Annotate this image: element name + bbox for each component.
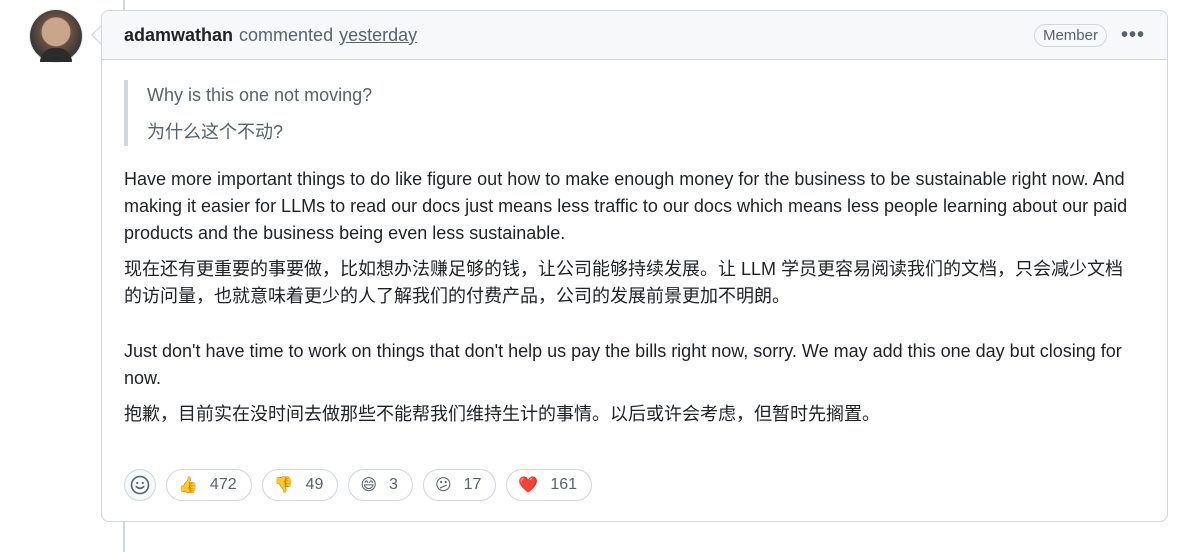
reaction-thumbs-up[interactable]: 👍 472 <box>166 469 252 501</box>
laugh-icon: 😄 <box>360 477 378 494</box>
comment-body: Why is this one not moving? 为什么这个不动? Hav… <box>102 80 1167 428</box>
confused-icon: 😕 <box>434 477 452 494</box>
thumbs-down-icon: 👎 <box>273 477 294 494</box>
comment-action: commented <box>239 24 334 45</box>
member-badge: Member <box>1033 23 1107 47</box>
reaction-heart[interactable]: ❤️ 161 <box>506 469 593 501</box>
comment-timestamp[interactable]: yesterday <box>339 25 417 46</box>
thumbs-up-icon: 👍 <box>178 477 198 494</box>
reaction-laugh[interactable]: 😄 3 <box>348 469 413 501</box>
paragraph-chinese-2: 抱歉，目前实在没时间去做那些不能帮我们维持生计的事情。以后或许会考虑，但暂时先搁… <box>124 404 880 424</box>
reaction-count: 17 <box>463 476 482 493</box>
quote-english: Why is this one not moving? <box>147 85 373 105</box>
reactions-bar: 👍 472 👎 49 😄 3 😕 17 ❤️ 161 <box>124 469 593 501</box>
quote-chinese: 为什么这个不动? <box>147 122 284 142</box>
add-reaction-button[interactable] <box>124 469 156 501</box>
heart-icon: ❤️ <box>518 477 539 494</box>
avatar[interactable] <box>30 10 82 62</box>
reaction-count: 472 <box>209 476 237 493</box>
reaction-count: 49 <box>305 476 324 493</box>
comment-card: adamwathan commented yesterday Member ••… <box>101 10 1168 522</box>
reaction-thumbs-down[interactable]: 👎 49 <box>261 469 339 501</box>
reaction-count: 3 <box>389 476 398 493</box>
avatar-shirt <box>40 48 72 62</box>
reaction-confused[interactable]: 😕 17 <box>422 469 497 501</box>
paragraph-english-2: Just don't have time to work on things t… <box>124 341 1122 388</box>
quoted-reply: Why is this one not moving? 为什么这个不动? <box>124 80 1047 146</box>
paragraph-chinese-1: 现在还有更重要的事要做，比如想办法赚足够的钱，让公司能够持续发展。让 LLM 学… <box>124 259 1124 306</box>
author-link[interactable]: adamwathan <box>124 25 233 46</box>
reaction-count: 161 <box>550 476 578 493</box>
more-options-icon[interactable]: ••• <box>1121 24 1145 47</box>
smiley-icon <box>130 475 150 495</box>
comment-header: adamwathan commented yesterday Member ••… <box>102 11 1167 60</box>
paragraph-english-1: Have more important things to do like fi… <box>124 169 1128 243</box>
